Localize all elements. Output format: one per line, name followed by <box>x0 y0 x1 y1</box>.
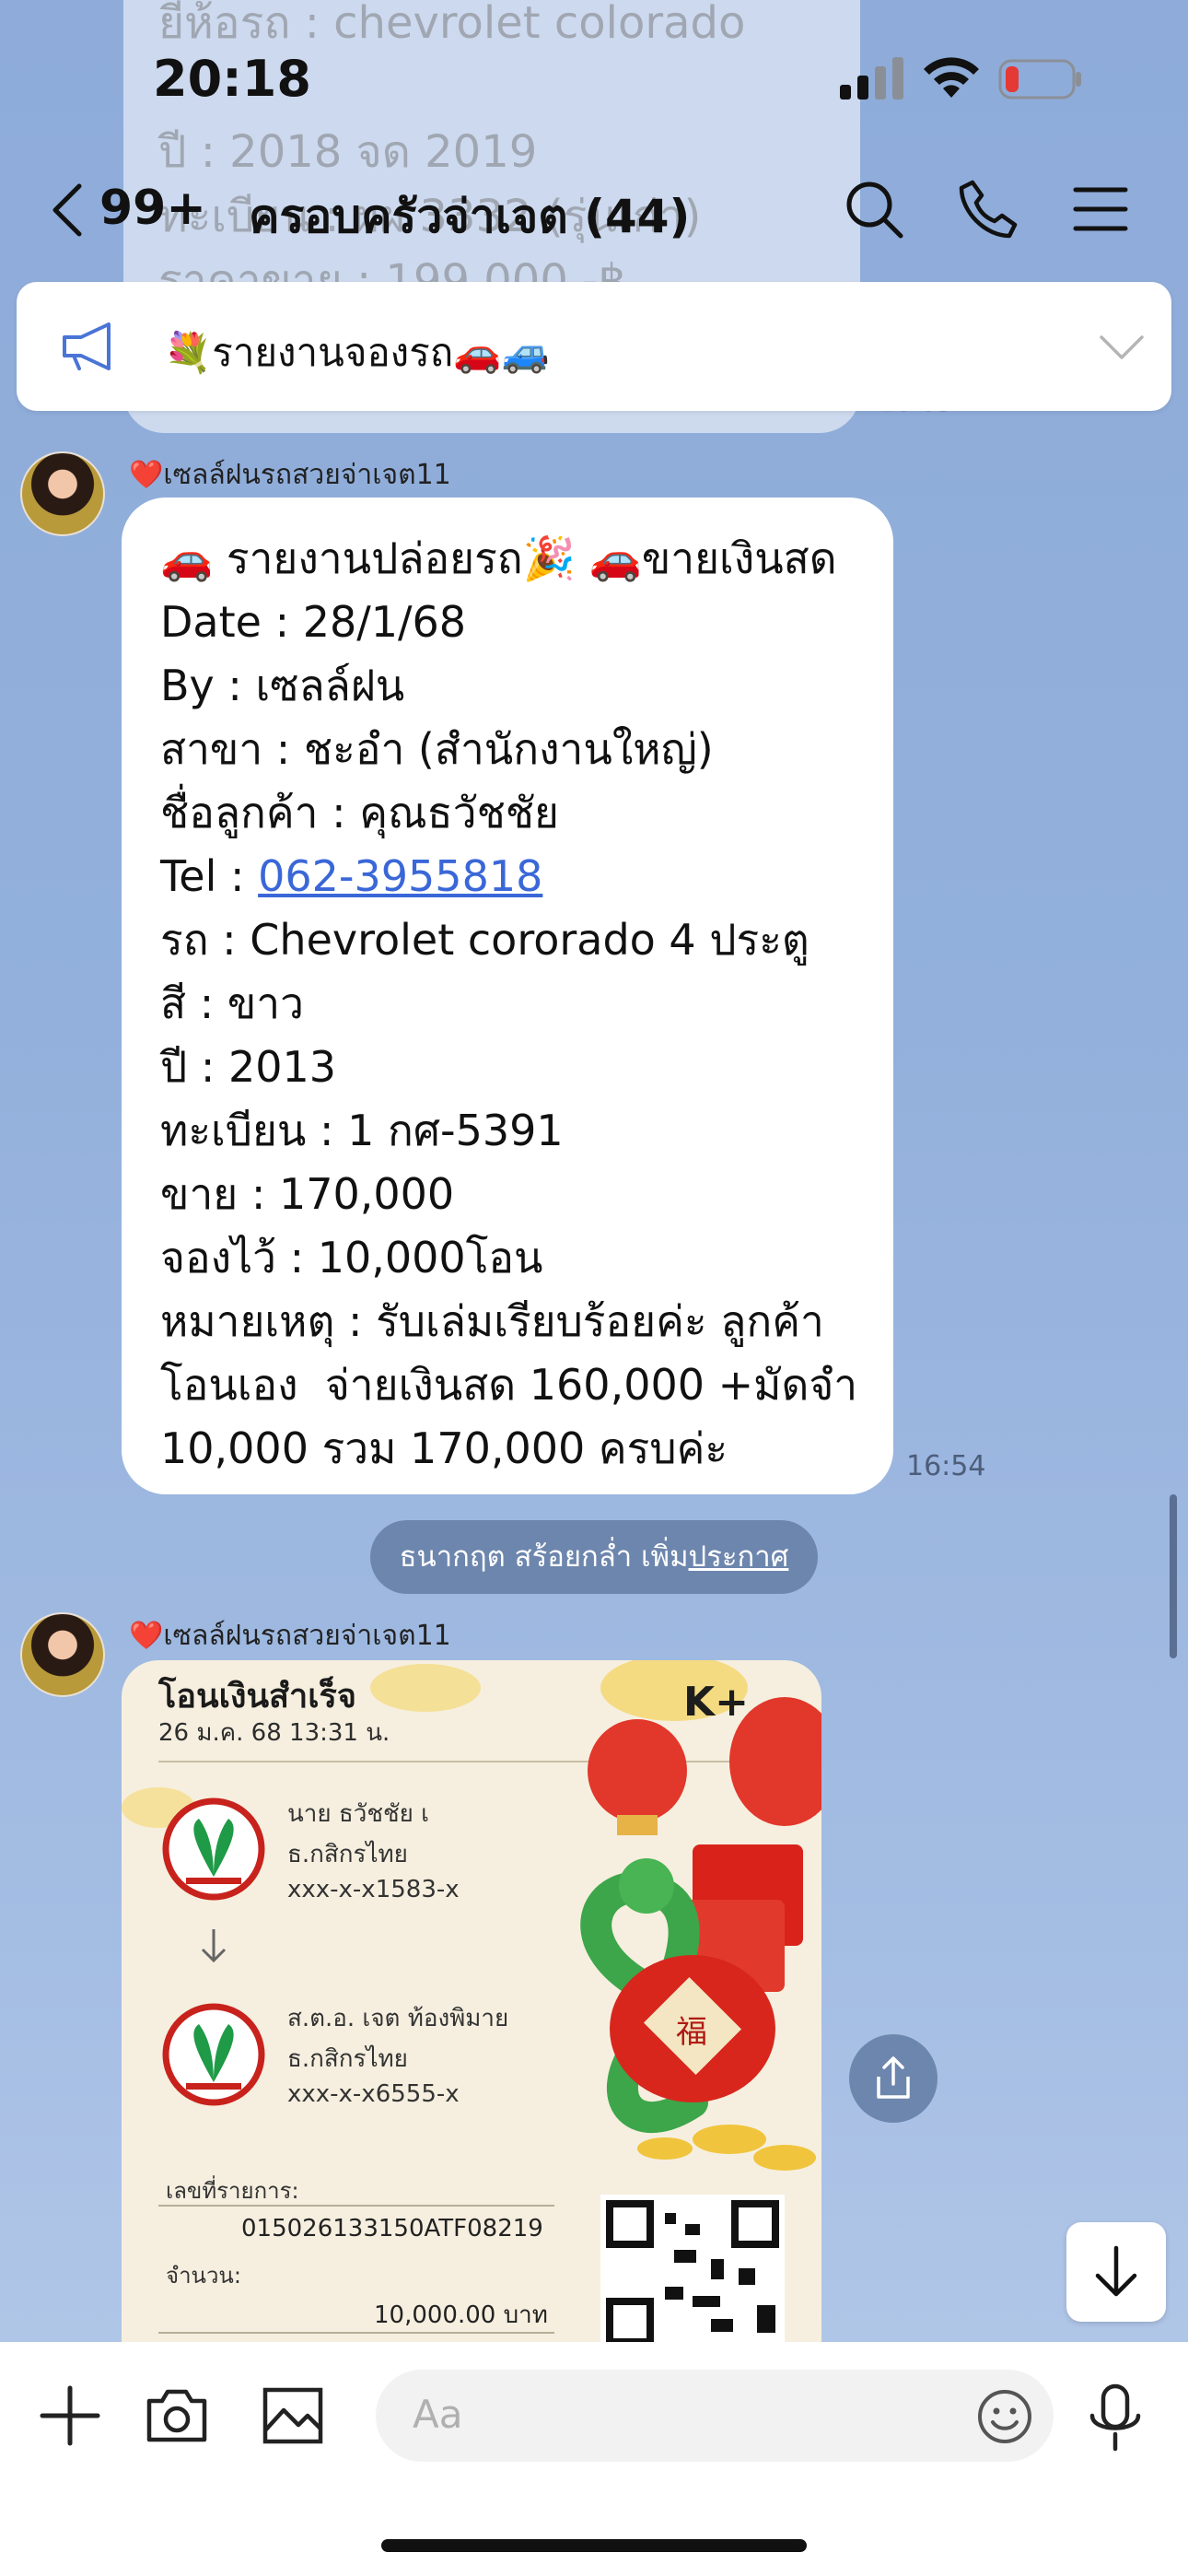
previous-message-line: ยี่ห้อรถ : chevrolet colorado <box>158 0 746 49</box>
amount-value: 10,000.00 บาท <box>374 2301 548 2329</box>
message-line: By : เซลล์ฝน <box>160 661 405 710</box>
previous-message-text: ยี่ห้อรถ : chevrolet colorado ปี : 2018 … <box>158 0 858 313</box>
announcement-banner[interactable]: 💐รายงานจองรถ🚗🚙 <box>17 282 1171 411</box>
message-line: 10,000 รวม 170,000 ครบค่ะ <box>160 1423 728 1473</box>
message-line: ปี : 2013 <box>160 1042 337 1092</box>
message-line: ชื่อลูกค้า : คุณธวัชชัย <box>160 788 559 837</box>
share-icon <box>877 2056 910 2099</box>
ref-label: เลขที่รายการ: <box>166 2178 299 2204</box>
message-time: 16:54 <box>906 1450 986 1482</box>
chat-title[interactable]: ครอบครัวจ่าเจต (44) <box>249 181 690 253</box>
battery-icon <box>998 59 1081 100</box>
back-chevron-icon[interactable] <box>48 181 88 240</box>
message-line: ขาย : 170,000 <box>160 1169 455 1219</box>
message-input-placeholder: Aa <box>413 2392 463 2437</box>
camera-icon[interactable] <box>144 2383 210 2449</box>
message-line-tel: Tel : 062-3955818 <box>160 845 888 908</box>
message-line: สี : ขาว <box>160 978 304 1028</box>
slip-date: 26 ม.ค. 68 13:31 น. <box>158 1719 390 1747</box>
sender-name: ❤️เซลล์ฝนรถสวยจ่าเจต11 <box>129 459 451 491</box>
previous-message-line: ปี : 2018 จด 2019 <box>158 126 538 178</box>
message-line: สาขา : ชะอำ (สำนักงานใหญ่) <box>160 724 714 774</box>
microphone-icon[interactable] <box>1083 2383 1147 2453</box>
message-line: โอนเอง จ่ายเงินสด 160,000 +มัดจำ <box>160 1360 858 1410</box>
message-text: 🚗 รายงานปล่อยรถ🎉 🚗ขายเงินสด Date : 28/1/… <box>160 527 888 1481</box>
sender-avatar[interactable] <box>20 1612 105 1697</box>
message-line: 🚗 รายงานปล่อยรถ🎉 🚗ขายเงินสด <box>160 533 837 583</box>
signal-icon <box>840 57 903 100</box>
lucky-bag-char: 福 <box>676 2014 707 2051</box>
message-input[interactable]: Aa <box>376 2370 1054 2462</box>
chevron-down-icon[interactable] <box>1096 322 1147 370</box>
message-line: ทะเบียน : 1 กศ-5391 <box>160 1106 564 1155</box>
scroll-to-bottom-button[interactable] <box>1066 2222 1166 2322</box>
arrow-down-icon <box>1095 2245 1137 2297</box>
system-message-text: ธนากฤต สร้อยกล่ำ เพิ่ม <box>399 1540 689 1574</box>
receiver-account-name: ส.ต.อ. เจต ท้องพิมาย <box>287 2005 509 2032</box>
home-indicator <box>381 2539 807 2552</box>
sender-avatar[interactable] <box>20 451 105 536</box>
transfer-slip-image[interactable]: โอนเงินสำเร็จ 26 ม.ค. 68 13:31 น. K+ 福 น… <box>122 1660 821 2342</box>
status-time: 20:18 <box>153 50 311 108</box>
scrollbar[interactable] <box>1170 1494 1177 1658</box>
announcement-text: 💐รายงานจองรถ🚗🚙 <box>164 330 550 375</box>
tel-label: Tel : <box>160 851 259 901</box>
sender-bank: ธ.กสิกรไทย <box>287 1841 408 1868</box>
megaphone-icon <box>63 322 111 370</box>
receiver-account-number: xxx-x-x6555-x <box>287 2080 460 2108</box>
share-button[interactable] <box>849 2034 938 2123</box>
phone-icon[interactable] <box>956 177 1020 241</box>
announcement-link[interactable]: ประกาศ <box>689 1540 789 1574</box>
emoji-icon[interactable] <box>976 2388 1033 2445</box>
wifi-icon <box>924 57 979 98</box>
menu-icon[interactable] <box>1068 177 1133 241</box>
message-line: Date : 28/1/68 <box>160 597 467 647</box>
sender-name: ❤️เซลล์ฝนรถสวยจ่าเจต11 <box>129 1620 451 1652</box>
message-line: จองไว้ : 10,000โอน <box>160 1233 543 1282</box>
unread-count[interactable]: 99+ <box>99 181 206 236</box>
message-line: รถ : Chevrolet cororado 4 ประตู <box>160 915 809 965</box>
search-icon[interactable] <box>842 177 906 241</box>
message-line: หมายเหตุ : รับเล่มเรียบร้อยค่ะ ลูกค้า <box>160 1296 824 1346</box>
image-icon[interactable] <box>260 2383 326 2449</box>
sender-account-name: นาย ธวัชชัย เ <box>287 1800 430 1828</box>
kplus-logo: K+ <box>683 1679 749 1726</box>
sender-account-number: xxx-x-x1583-x <box>287 1876 460 1903</box>
ref-value: 015026133150ATF08219 <box>241 2215 543 2242</box>
amount-label: จำนวน: <box>166 2263 241 2289</box>
plus-icon[interactable] <box>37 2383 103 2449</box>
receiver-bank: ธ.กสิกรไทย <box>287 2045 408 2073</box>
system-message: ธนากฤต สร้อยกล่ำ เพิ่มประกาศ <box>370 1520 818 1594</box>
phone-link[interactable]: 062-3955818 <box>258 851 542 901</box>
